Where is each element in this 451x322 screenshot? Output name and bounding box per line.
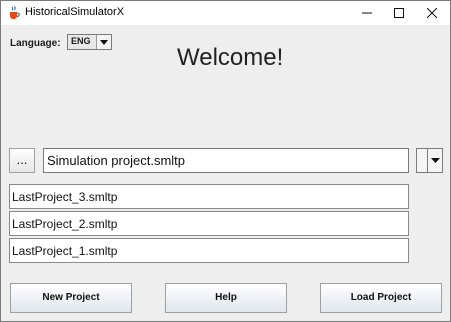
recent-project-item[interactable]: LastProject_1.smltp [9,238,409,263]
recent-project-label: LastProject_2.smltp [12,217,118,231]
language-selected-value: ENG [71,36,91,46]
language-label: Language: [10,38,61,49]
new-project-button[interactable]: New Project [10,283,132,313]
welcome-heading: Welcome! [177,44,284,71]
close-icon [427,8,437,18]
recent-project-item[interactable]: LastProject_2.smltp [9,211,409,236]
title-bar[interactable]: HistoricalSimulatorX [1,1,450,25]
java-cup-icon [7,6,21,20]
project-path-value: Simulation project.smltp [47,153,185,168]
project-dropdown-button[interactable] [416,148,443,173]
recent-project-item[interactable]: LastProject_3.smltp [9,184,409,209]
project-path-field[interactable]: Simulation project.smltp [43,148,409,173]
language-select[interactable]: ENG [67,34,112,50]
close-button[interactable] [415,1,449,25]
load-project-button[interactable]: Load Project [320,283,442,313]
minimize-icon [362,12,372,14]
minimize-button[interactable] [350,1,384,25]
recent-project-label: LastProject_1.smltp [12,244,118,258]
chevron-down-icon[interactable] [96,35,111,49]
chevron-down-icon [428,149,442,172]
maximize-button[interactable] [382,1,416,25]
window-title: HistoricalSimulatorX [25,6,125,18]
recent-project-label: LastProject_3.smltp [12,190,118,204]
browse-button[interactable]: ... [9,148,35,173]
help-button[interactable]: Help [165,283,287,313]
app-window: HistoricalSimulatorX Language: ENG Welco… [0,0,451,322]
maximize-icon [394,8,404,18]
